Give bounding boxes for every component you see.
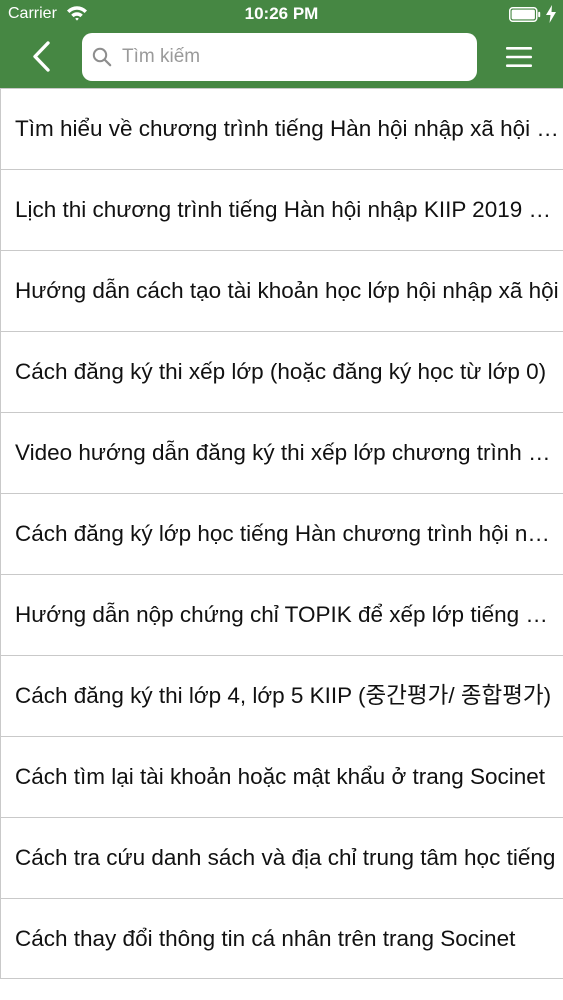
list-item[interactable]: Cách đăng ký lớp học tiếng Hàn chương tr… [0,493,563,574]
list-item-title: Lịch thi chương trình tiếng Hàn hội nhập… [15,197,560,222]
back-button[interactable] [20,36,64,80]
list-item-title: Cách tìm lại tài khoản hoặc mật khẩu ở t… [15,764,546,789]
charging-bolt-icon [546,5,556,23]
list-item[interactable]: Hướng dẫn cách tạo tài khoản học lớp hội… [0,250,563,331]
list-item-title: Cách thay đổi thông tin cá nhân trên tra… [15,926,516,951]
list-item[interactable]: Cách tìm lại tài khoản hoặc mật khẩu ở t… [0,736,563,817]
list-item[interactable]: Tìm hiểu về chương trình tiếng Hàn hội n… [0,88,563,169]
list-item-title: Cách đăng ký thi xếp lớp (hoặc đăng ký h… [15,359,547,384]
list-item-title: Cách tra cứu danh sách và địa chỉ trung … [15,845,556,870]
list-item[interactable]: Video hướng dẫn đăng ký thi xếp lớp chươ… [0,412,563,493]
menu-button[interactable] [500,38,538,76]
search-icon [92,47,112,67]
list-item-title: Cách đăng ký lớp học tiếng Hàn chương tr… [15,521,560,546]
status-time: 10:26 PM [244,4,319,23]
list-item-title: Video hướng dẫn đăng ký thi xếp lớp chươ… [15,440,560,465]
chevron-left-icon [33,41,50,72]
list-item[interactable]: Cách đăng ký thi xếp lớp (hoặc đăng ký h… [0,331,563,412]
navigation-header: Carrier 10:26 PM [0,0,563,88]
list-item[interactable]: Cách thay đổi thông tin cá nhân trên tra… [0,898,563,979]
list-item[interactable]: Lịch thi chương trình tiếng Hàn hội nhập… [0,169,563,250]
list-item-title: Hướng dẫn nộp chứng chỉ TOPIK để xếp lớp… [15,602,560,627]
hamburger-menu-icon [506,47,532,67]
article-list: Tìm hiểu về chương trình tiếng Hàn hội n… [0,88,563,979]
list-item-title: Tìm hiểu về chương trình tiếng Hàn hội n… [15,116,560,141]
list-item[interactable]: Hướng dẫn nộp chứng chỉ TOPIK để xếp lớp… [0,574,563,655]
search-input[interactable] [122,33,467,81]
list-item-title: Cách đăng ký thi lớp 4, lớp 5 KIIP (중간평가… [15,683,552,708]
battery-icon [509,7,541,22]
list-item[interactable]: Cách tra cứu danh sách và địa chỉ trung … [0,817,563,898]
status-bar: Carrier 10:26 PM [0,0,563,30]
list-item-title: Hướng dẫn cách tạo tài khoản học lớp hội… [15,278,559,303]
list-item[interactable]: Cách đăng ký thi lớp 4, lớp 5 KIIP (중간평가… [0,655,563,736]
search-bar[interactable] [82,33,477,81]
